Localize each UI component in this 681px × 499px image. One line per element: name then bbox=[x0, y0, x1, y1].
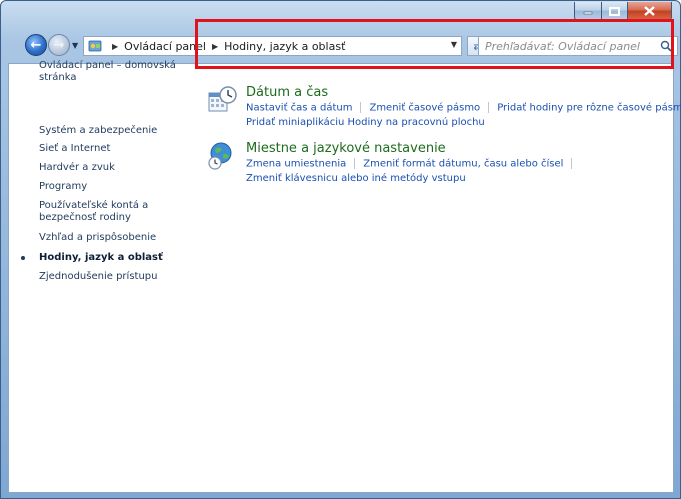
sidebar-item-ease-of-access[interactable]: Zjednodušenie prístupu bbox=[39, 271, 189, 283]
sidebar-item-network-internet[interactable]: Sieť a Internet bbox=[39, 143, 189, 155]
link-change-keyboards[interactable]: Zmeniť klávesnicu alebo iné metódy vstup… bbox=[246, 173, 466, 184]
control-panel-icon bbox=[88, 40, 102, 52]
sidebar-item-clock-language-region[interactable]: Hodiny, jazyk a oblasť bbox=[39, 252, 189, 264]
active-bullet-icon bbox=[21, 256, 25, 260]
sidebar-item-appearance[interactable]: Vzhľad a prispôsobenie bbox=[39, 232, 189, 244]
breadcrumb-separator-icon: ▶ bbox=[112, 41, 119, 51]
link-change-formats[interactable]: Zmeniť formát dátumu, času alebo čísel bbox=[363, 159, 563, 170]
sidebar: Ovládací panel – domovská stránka Systém… bbox=[9, 60, 197, 492]
sidebar-item-programs[interactable]: Programy bbox=[39, 181, 189, 193]
link-divider bbox=[360, 102, 362, 113]
back-button[interactable]: ← bbox=[25, 34, 47, 56]
links-row: Nastaviť čas a dátum Zmeniť časové pásmo P… bbox=[246, 102, 681, 114]
close-icon bbox=[644, 6, 655, 16]
links-row: Pridať miniaplikáciu Hodiny na pracovnú … bbox=[246, 117, 485, 128]
sidebar-item-user-accounts[interactable]: Používateľské kontá a bezpečnosť rodiny bbox=[39, 200, 159, 224]
links-row: Zmeniť klávesnicu alebo iné metódy vstup… bbox=[246, 173, 466, 184]
breadcrumb-control-panel[interactable]: Ovládací panel bbox=[124, 40, 206, 53]
link-add-clock-gadget[interactable]: Pridať miniaplikáciu Hodiny na pracovnú … bbox=[246, 117, 485, 128]
category-title[interactable]: Dátum a čas bbox=[246, 85, 328, 100]
sidebar-item-system-security[interactable]: Systém a zabezpečenie bbox=[39, 125, 189, 137]
link-change-location[interactable]: Zmena umiestnenia bbox=[246, 159, 346, 170]
category-title[interactable]: Miestne a jazykové nastavenie bbox=[246, 141, 446, 156]
highlight-box bbox=[195, 19, 674, 69]
link-divider bbox=[571, 158, 573, 169]
sidebar-item-control-panel-home[interactable]: Ovládací panel – domovská stránka bbox=[39, 60, 189, 84]
clock-calendar-icon bbox=[208, 86, 237, 112]
forward-button[interactable]: → bbox=[48, 34, 70, 56]
back-arrow-icon: ← bbox=[30, 37, 42, 53]
control-panel-window: ← → ▼ ▶ Ovládací panel ▶ Hodiny, jazyk a… bbox=[0, 0, 681, 499]
sidebar-item-hardware-sound[interactable]: Hardvér a zvuk bbox=[39, 162, 189, 174]
link-add-clocks[interactable]: Pridať hodiny pre rôzne časové pásma bbox=[497, 103, 681, 114]
link-change-time-zone[interactable]: Zmeniť časové pásmo bbox=[369, 103, 480, 114]
link-divider bbox=[354, 158, 356, 169]
link-divider bbox=[488, 102, 490, 113]
maximize-icon bbox=[609, 6, 620, 16]
minimize-icon bbox=[583, 11, 593, 15]
history-dropdown-icon[interactable]: ▼ bbox=[72, 41, 78, 50]
globe-clock-icon bbox=[208, 142, 232, 170]
forward-arrow-icon: → bbox=[53, 37, 65, 53]
link-set-time-date[interactable]: Nastaviť čas a dátum bbox=[246, 103, 352, 114]
links-row: Zmena umiestnenia Zmeniť formát dátumu, č… bbox=[246, 158, 580, 170]
